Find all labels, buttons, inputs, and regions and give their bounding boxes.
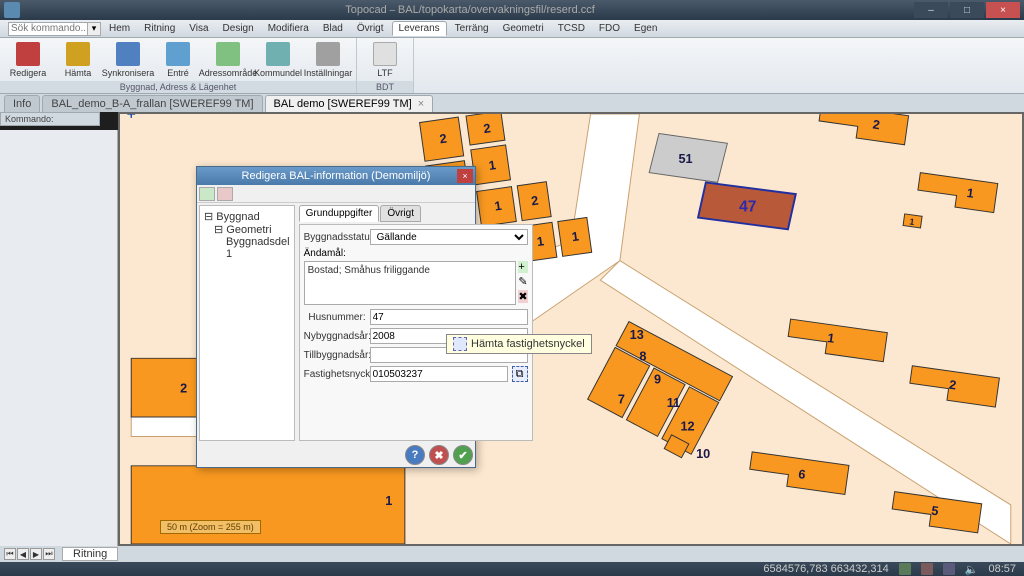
tab-close-icon[interactable]: × <box>418 98 424 110</box>
left-panel <box>0 130 118 546</box>
tool-ltf[interactable]: LTF <box>361 40 409 81</box>
ribbon-group2-label: BDT <box>357 81 413 93</box>
andamal-delete-button[interactable]: ✖ <box>518 290 527 303</box>
label-tillbygg: Tillbyggnadsår: <box>304 350 366 361</box>
clock: 08:57 <box>988 563 1016 575</box>
minimize-button[interactable]: – <box>914 2 948 18</box>
tab-info[interactable]: Info <box>4 95 40 112</box>
command-search-input[interactable] <box>8 22 88 36</box>
menu-egen[interactable]: Egen <box>628 22 663 35</box>
menu-terrang[interactable]: Terräng <box>449 22 495 35</box>
nav-prev[interactable]: ◀ <box>17 548 29 560</box>
tooltip: Hämta fastighetsnyckel <box>446 334 592 354</box>
dialog-close-button[interactable]: × <box>457 169 473 183</box>
svg-text:51: 51 <box>679 152 693 166</box>
tooltip-icon <box>453 337 467 351</box>
input-husnr[interactable] <box>370 309 528 325</box>
nav-next[interactable]: ▶ <box>30 548 42 560</box>
input-fastnyckel[interactable] <box>370 366 508 382</box>
close-button[interactable]: × <box>986 2 1020 18</box>
tool-entre[interactable]: Entré <box>154 40 202 81</box>
menu-geometri[interactable]: Geometri <box>497 22 550 35</box>
menu-tcsd[interactable]: TCSD <box>552 22 591 35</box>
label-status: Byggnadsstatus: <box>304 232 366 243</box>
dialog-cancel-button[interactable]: ✖ <box>429 445 449 465</box>
status-bar: 6584576,783 663432,314 🔈 08:57 <box>0 562 1024 576</box>
status-icon-1[interactable] <box>899 563 911 575</box>
menu-modifiera[interactable]: Modifiera <box>262 22 315 35</box>
document-tabs: Info BAL_demo_B-A_frallan [SWEREF99 TM] … <box>0 94 1024 112</box>
dialog-title: Redigera BAL-information (Demomiljö) × <box>197 167 475 185</box>
menu-leverans[interactable]: Leverans <box>392 21 447 36</box>
command-search[interactable]: ▾ <box>8 22 101 36</box>
andamal-box[interactable]: Bostad; Småhus friliggande <box>304 261 517 305</box>
label-nybygg: Nybyggnadsår: <box>304 331 366 342</box>
ribbon: Redigera Hämta Synkronisera Entré Adress… <box>0 38 1024 94</box>
maximize-button[interactable]: □ <box>950 2 984 18</box>
nav-last[interactable]: ⏭ <box>43 548 55 560</box>
bottom-tab-ritning[interactable]: Ritning <box>62 547 118 561</box>
svg-text:11: 11 <box>667 396 680 410</box>
svg-text:47: 47 <box>739 199 756 216</box>
svg-text:2: 2 <box>180 382 187 396</box>
status-sound-icon[interactable]: 🔈 <box>965 563 979 576</box>
tool-hamta[interactable]: Hämta <box>54 40 102 81</box>
tool-redigera[interactable]: Redigera <box>4 40 52 81</box>
svg-text:7: 7 <box>618 392 625 406</box>
scale-bar: 50 m (Zoom = 255 m) <box>160 520 261 534</box>
svg-text:8: 8 <box>639 349 646 363</box>
label-andamal: Ändamål: <box>304 248 528 259</box>
ribbon-group-label: Byggnad, Adress & Lägenhet <box>0 81 356 93</box>
status-icon-3[interactable] <box>943 563 955 575</box>
menu-ritning[interactable]: Ritning <box>138 22 181 35</box>
app-logo <box>4 2 20 18</box>
tab-bal-demo[interactable]: BAL demo [SWEREF99 TM]× <box>265 95 434 112</box>
andamal-edit-button[interactable]: ✎ <box>518 275 527 288</box>
menu-design[interactable]: Design <box>217 22 260 35</box>
window-title: Topocad – BAL/topokarta/overvakningsfil/… <box>26 4 914 16</box>
tab-bal-frallan[interactable]: BAL_demo_B-A_frallan [SWEREF99 TM] <box>42 95 262 112</box>
label-husnr: Husnummer: <box>304 312 366 323</box>
menu-blad[interactable]: Blad <box>317 22 349 35</box>
fetch-fastnyckel-button[interactable]: ⧉ <box>512 366 528 382</box>
dialog-help-button[interactable]: ? <box>405 445 425 465</box>
menu-visa[interactable]: Visa <box>183 22 214 35</box>
select-status[interactable]: Gällande <box>370 229 528 245</box>
svg-text:12: 12 <box>680 420 694 434</box>
dialog-tool-add[interactable] <box>199 187 215 201</box>
nav-first[interactable]: ⏮ <box>4 548 16 560</box>
tab-ovrigt[interactable]: Övrigt <box>380 205 421 222</box>
menu-ovrigt[interactable]: Övrigt <box>351 22 390 35</box>
search-dropdown-icon[interactable]: ▾ <box>87 22 101 36</box>
tool-installningar[interactable]: Inställningar <box>304 40 352 81</box>
svg-text:9: 9 <box>654 373 661 387</box>
bottom-bar: ⏮ ◀ ▶ ⏭ Ritning <box>0 546 1024 562</box>
tab-grunduppgifter[interactable]: Grunduppgifter <box>299 205 380 222</box>
label-fastnyckel: Fastighetsnyckel: <box>304 369 366 380</box>
coords-readout: 6584576,783 663432,314 <box>763 563 888 575</box>
command-label: Kommando: <box>0 112 100 126</box>
dialog-tool-edit[interactable] <box>217 187 233 201</box>
tool-synkronisera[interactable]: Synkronisera <box>104 40 152 81</box>
edit-bal-dialog: Redigera BAL-information (Demomiljö) × ⊟… <box>196 166 476 468</box>
svg-text:1: 1 <box>385 494 392 508</box>
menu-bar: ▾ Hem Ritning Visa Design Modifiera Blad… <box>0 20 1024 38</box>
svg-text:10: 10 <box>696 447 710 461</box>
status-icon-2[interactable] <box>921 563 933 575</box>
dialog-ok-button[interactable]: ✔ <box>453 445 473 465</box>
andamal-add-button[interactable]: + <box>518 261 527 273</box>
dialog-tree[interactable]: ⊟ Byggnad ⊟ Geometri Byggnadsdel 1 <box>199 205 295 441</box>
tool-adressomrade[interactable]: Adressområde <box>204 40 252 81</box>
svg-text:13: 13 <box>630 328 644 342</box>
tool-kommundel[interactable]: Kommundel <box>254 40 302 81</box>
menu-hem[interactable]: Hem <box>103 22 136 35</box>
menu-fdo[interactable]: FDO <box>593 22 626 35</box>
